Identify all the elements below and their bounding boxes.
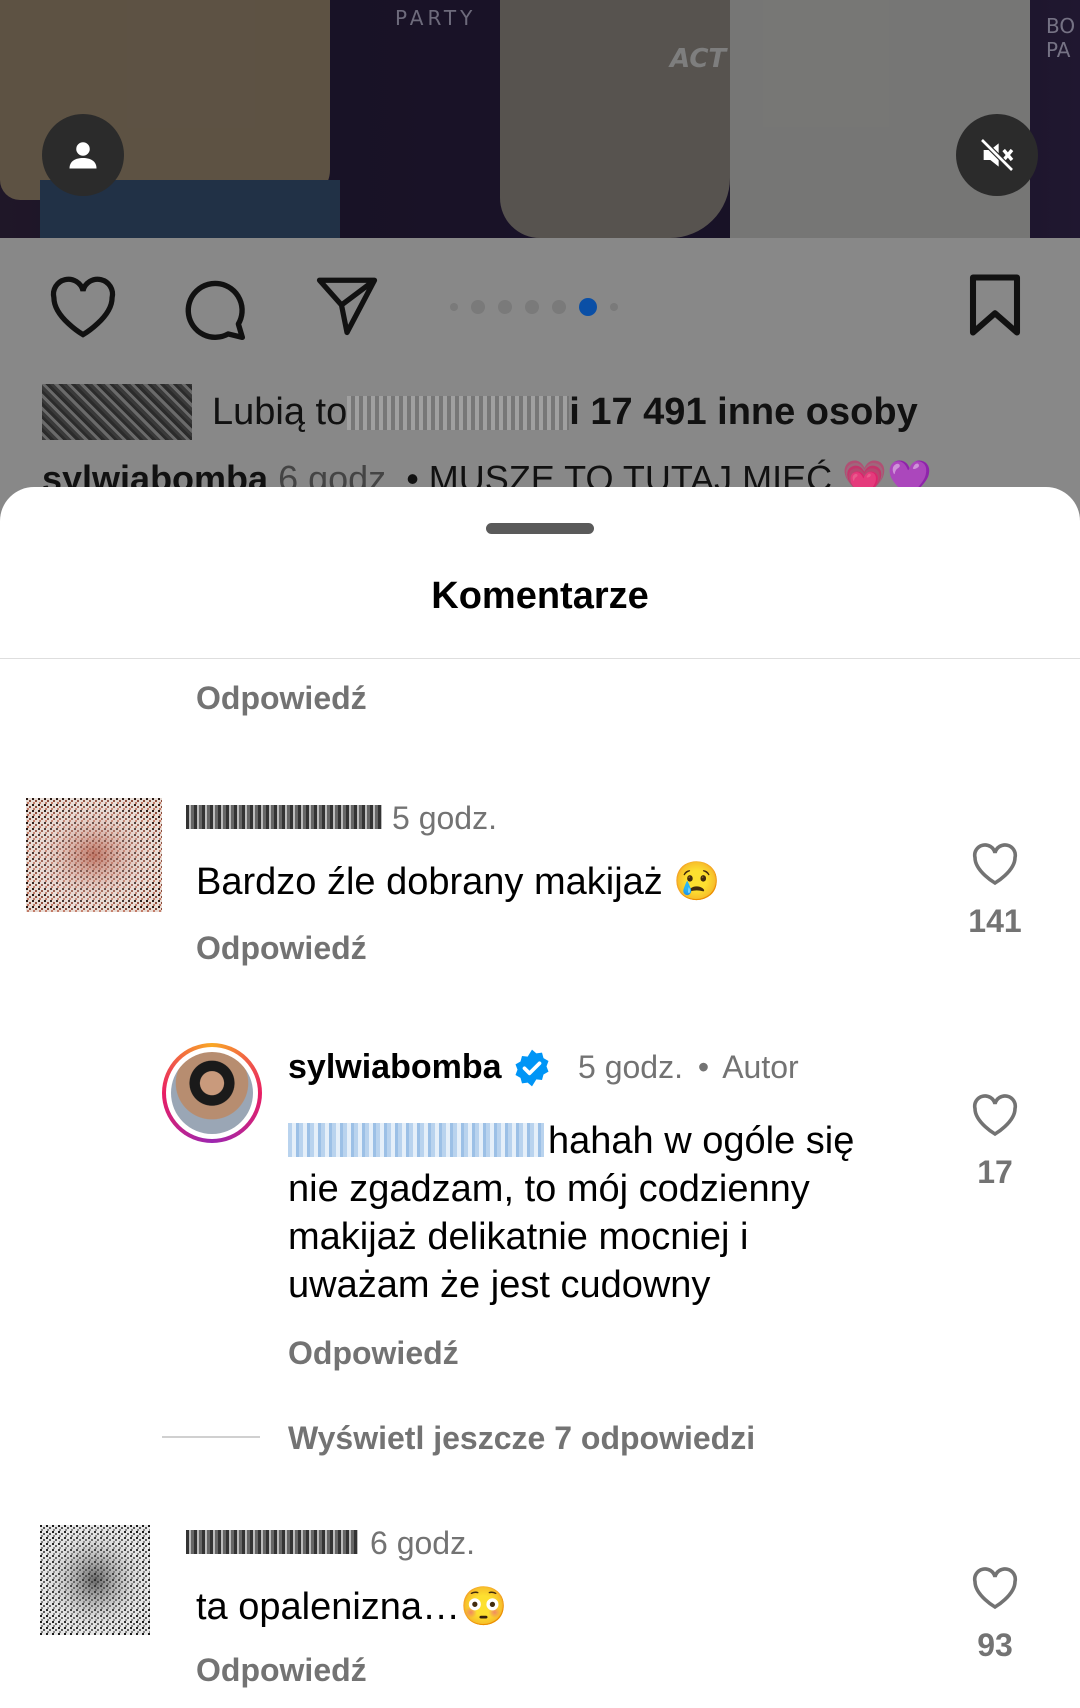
- author-avatar[interactable]: [162, 1043, 262, 1143]
- comment-like[interactable]: 141: [955, 842, 1035, 940]
- reply-button[interactable]: Odpowiedź: [196, 680, 367, 717]
- carousel-dot: [525, 300, 539, 314]
- comment-username[interactable]: [186, 1530, 358, 1554]
- sheet-title: Komentarze: [431, 575, 649, 617]
- comment-time: 5 godz.: [392, 800, 497, 836]
- author-reply-text: hahah w ogóle się nie zgadzam, to mój co…: [288, 1117, 854, 1309]
- reply-button[interactable]: Odpowiedź: [288, 1335, 459, 1372]
- liker-avatars: [42, 384, 192, 440]
- heart-icon[interactable]: [48, 275, 118, 339]
- likes-summary[interactable]: Lubią to i 17 491 inne osoby: [42, 384, 918, 440]
- meta-separator: •: [697, 1049, 710, 1085]
- reply-button[interactable]: Odpowiedź: [196, 930, 367, 967]
- heart-icon[interactable]: [971, 1093, 1019, 1137]
- comment-time: 6 godz.: [370, 1525, 475, 1561]
- user-tag-button[interactable]: [42, 114, 124, 196]
- comment-username[interactable]: [186, 805, 382, 829]
- divider: [162, 1436, 260, 1438]
- share-icon[interactable]: [312, 272, 382, 338]
- carousel-dot: [471, 300, 485, 314]
- heart-icon[interactable]: [971, 1566, 1019, 1610]
- comment-text: Bardzo źle dobrany makijaż 😢: [196, 861, 721, 903]
- reply-line: nie zgadzam, to mój codzienny: [288, 1168, 810, 1210]
- like-count: 93: [977, 1627, 1013, 1663]
- verified-badge-icon: [515, 1049, 549, 1087]
- author-meta: 5 godz. • Autor: [578, 1049, 799, 1086]
- author-username[interactable]: sylwiabomba: [288, 1048, 502, 1087]
- carousel-indicator: [450, 298, 618, 316]
- like-count: 141: [968, 903, 1022, 939]
- reply-line: hahah w ogóle się: [548, 1120, 855, 1162]
- author-time: 5 godz.: [578, 1049, 683, 1085]
- user-tag-icon: [69, 142, 97, 169]
- mute-button[interactable]: [956, 114, 1038, 196]
- mute-icon: [980, 138, 1014, 172]
- carousel-dot: [552, 300, 566, 314]
- likes-prefix: Lubią to: [212, 390, 348, 433]
- sheet-drag-handle[interactable]: [486, 523, 594, 534]
- heart-icon[interactable]: [971, 842, 1019, 886]
- divider: [0, 658, 1080, 659]
- carousel-dot-active: [579, 298, 597, 316]
- carousel-dot: [610, 303, 618, 311]
- avatar[interactable]: [26, 798, 162, 912]
- comment-text: ta opalenizna…😳: [196, 1586, 508, 1628]
- comment-like[interactable]: 17: [955, 1093, 1035, 1191]
- view-more-replies-button[interactable]: Wyświetl jeszcze 7 odpowiedzi: [288, 1420, 755, 1457]
- comment-like[interactable]: 93: [955, 1566, 1035, 1664]
- author-badge: Autor: [722, 1049, 799, 1085]
- reply-line: makijaż delikatnie mocniej i: [288, 1216, 749, 1258]
- redacted-mention[interactable]: [288, 1123, 544, 1157]
- carousel-dot: [450, 303, 458, 311]
- redacted-username: [347, 396, 570, 431]
- reply-line: uważam że jest cudowny: [288, 1264, 711, 1306]
- carousel-dot: [498, 300, 512, 314]
- bookmark-icon[interactable]: [965, 272, 1025, 338]
- reply-button[interactable]: Odpowiedź: [196, 1652, 367, 1689]
- post-photo[interactable]: PARTY ACT BO PA: [0, 0, 1080, 238]
- like-count: 17: [977, 1154, 1013, 1190]
- likes-count: i 17 491 inne osoby: [569, 390, 918, 433]
- avatar[interactable]: [40, 1525, 150, 1635]
- comment-icon[interactable]: [180, 275, 248, 343]
